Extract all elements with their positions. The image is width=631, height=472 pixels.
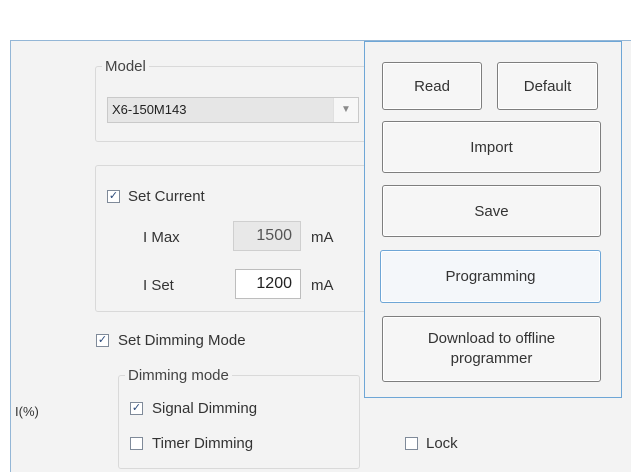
set-dimming-label: Set Dimming Mode xyxy=(118,332,246,349)
iset-unit: mA xyxy=(311,277,334,294)
top-strip xyxy=(0,0,631,40)
model-select[interactable]: X6-150M143 ▼ xyxy=(107,97,359,123)
signal-dimming-checkbox[interactable]: ✓ xyxy=(130,402,143,415)
iset-label: I Set xyxy=(143,277,174,294)
model-legend: Model xyxy=(105,58,146,75)
download-button-line2: programmer xyxy=(450,350,533,367)
timer-dimming-label: Timer Dimming xyxy=(152,435,254,452)
set-dimming-checkbox[interactable]: ✓ xyxy=(96,334,109,347)
set-current-label: Set Current xyxy=(128,188,205,205)
current-percent-label: I(%) xyxy=(15,404,39,419)
imax-unit: mA xyxy=(311,229,334,246)
check-icon: ✓ xyxy=(108,190,119,202)
save-button[interactable]: Save xyxy=(382,185,601,237)
read-button[interactable]: Read xyxy=(382,62,482,110)
lock-checkbox[interactable] xyxy=(405,437,418,450)
download-button-line1: Download to offline xyxy=(427,330,556,347)
dimming-mode-legend: Dimming mode xyxy=(128,367,229,384)
imax-label: I Max xyxy=(143,229,180,246)
check-icon: ✓ xyxy=(131,402,142,414)
imax-field: 1500 xyxy=(233,221,301,251)
download-offline-button[interactable]: Download to offline programmer xyxy=(382,316,601,382)
import-button[interactable]: Import xyxy=(382,121,601,173)
timer-dimming-checkbox[interactable] xyxy=(130,437,143,450)
check-icon: ✓ xyxy=(97,334,108,346)
default-button[interactable]: Default xyxy=(497,62,598,110)
lock-label: Lock xyxy=(426,435,458,452)
model-select-value: X6-150M143 xyxy=(112,102,187,117)
iset-field[interactable]: 1200 xyxy=(235,269,301,299)
signal-dimming-label: Signal Dimming xyxy=(152,400,258,417)
set-current-checkbox[interactable]: ✓ xyxy=(107,190,120,203)
dimming-mode-group: Dimming mode xyxy=(118,367,360,469)
programming-button[interactable]: Programming xyxy=(380,250,601,303)
chevron-down-icon[interactable]: ▼ xyxy=(333,98,358,122)
